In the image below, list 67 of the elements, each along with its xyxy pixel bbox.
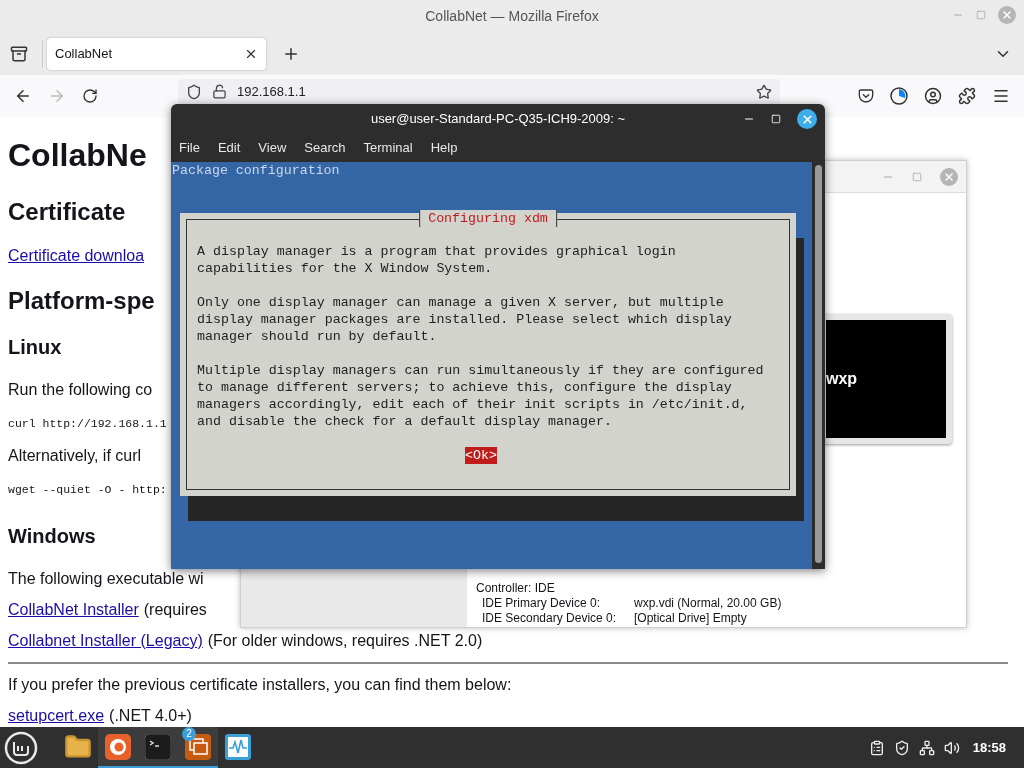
taskbar-app[interactable]	[98, 727, 138, 768]
body-text: (For older windows, requires .NET 2.0)	[207, 632, 483, 650]
lock-icon[interactable]	[212, 84, 227, 99]
reload-icon[interactable]	[82, 88, 98, 104]
update-manager-icon[interactable]	[868, 739, 885, 756]
body-text: Run the following co	[8, 381, 153, 399]
close-icon	[1001, 9, 1013, 21]
account-icon[interactable]	[924, 87, 942, 105]
device-value: wxp.vdi (Normal, 20.00 GB)	[634, 596, 782, 611]
page-link[interactable]: Certificate downloa	[8, 247, 145, 265]
progress-circle-icon[interactable]	[890, 87, 908, 105]
address-field[interactable]: 192.168.1.1	[178, 79, 780, 104]
body-text: (.NET 4.0+)	[109, 707, 192, 725]
section-heading: Platform-spe	[8, 286, 155, 316]
shield-icon[interactable]	[893, 739, 910, 756]
code-line: curl http://192.168.1.1	[8, 416, 167, 432]
body-text: The following executable wi	[8, 570, 204, 588]
ok-button[interactable]: <Ok>	[465, 447, 497, 464]
body-text: If you prefer the previous certificate installers, you can find them below:	[8, 676, 512, 694]
page-heading: CollabNe	[8, 136, 147, 174]
system-monitor-icon	[225, 733, 251, 760]
subsection-heading: Linux	[8, 335, 62, 359]
window-title: user@user-Standard-PC-Q35-ICH9-2009: ~	[370, 110, 626, 129]
start-menu-icon[interactable]	[4, 730, 38, 765]
close-icon	[800, 112, 814, 126]
shield-icon[interactable]	[186, 83, 202, 100]
back-icon[interactable]	[14, 87, 32, 105]
menu-item[interactable]: Search	[304, 138, 346, 158]
code-line: wget --quiet -O - http:	[8, 482, 167, 498]
menu-item[interactable]: Help	[430, 138, 458, 158]
package-config-header: Package configuration	[171, 162, 340, 179]
volume-icon[interactable]	[943, 739, 960, 756]
page-link[interactable]: setupcert.exe	[8, 707, 105, 725]
browser-tab[interactable]: CollabNet	[47, 37, 266, 70]
dialog-title: Configuring xdm	[419, 210, 557, 227]
dialog-paragraph: Multiple display managers can run simultaneously if they are configured to manage different servers; to achieve this, configure the display managers accordingly, edit each of their init scripts in /etc/init.d, and disable the check for a default display manager.	[197, 362, 764, 430]
device-label: IDE Secondary Device 0:	[482, 611, 618, 626]
storage-controller: Controller: IDE	[476, 581, 556, 596]
star-icon[interactable]	[756, 83, 772, 100]
pocket-icon[interactable]	[858, 88, 874, 104]
page-link[interactable]: Collabnet Installer (Legacy)	[8, 632, 203, 650]
window-count-badge: 2	[182, 727, 196, 741]
extensions-icon[interactable]	[958, 87, 976, 105]
folder-icon	[64, 732, 92, 761]
menu-item[interactable]: Terminal	[363, 138, 413, 158]
menu-item[interactable]: View	[258, 138, 287, 158]
menu-item[interactable]: Edit	[217, 138, 241, 158]
body-text: Alternatively, if curl	[8, 447, 142, 465]
body-text: (requires	[143, 601, 207, 619]
page-link[interactable]: CollabNet Installer	[8, 601, 139, 619]
dialog-paragraph: Only one display manager can manage a given X server, but multiple display manager packages are installed. Please select which display manager should run by default.	[197, 294, 732, 345]
dialog-paragraph: A display manager is a program that provides graphical login capabilities for the X Window System.	[197, 243, 676, 277]
device-value: [Optical Drive] Empty	[634, 611, 747, 626]
network-icon[interactable]	[918, 739, 935, 756]
browser-icon	[105, 733, 131, 760]
clock[interactable]: 18:58	[972, 737, 1006, 758]
menu-item[interactable]: File	[179, 138, 200, 158]
close-icon	[943, 170, 955, 183]
vm-name: wxp	[826, 369, 858, 389]
terminal-icon	[145, 733, 171, 760]
menu-icon[interactable]	[992, 87, 1010, 105]
subsection-heading: Windows	[8, 524, 96, 548]
section-heading: Certificate	[8, 197, 126, 227]
window-title: CollabNet — Mozilla Firefox	[425, 6, 599, 26]
close-button[interactable]	[797, 109, 817, 129]
tab-list-icon[interactable]	[10, 44, 28, 63]
device-label: IDE Primary Device 0:	[482, 596, 602, 611]
